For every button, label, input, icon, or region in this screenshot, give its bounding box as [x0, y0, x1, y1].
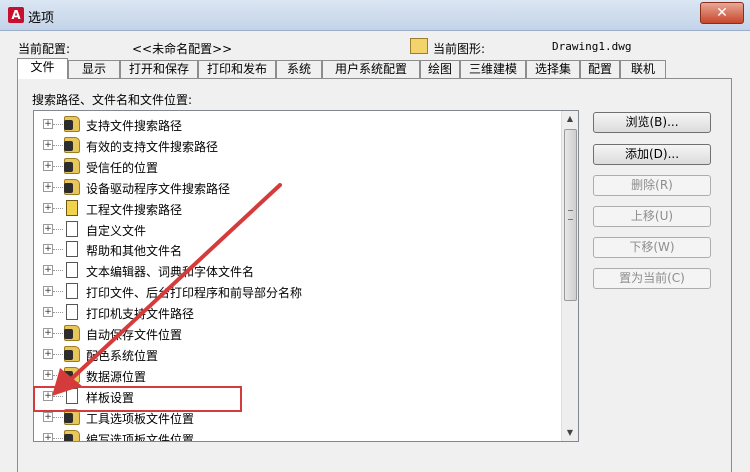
- annotation-arrow-icon: [52, 183, 282, 396]
- tab-files[interactable]: 文件: [17, 58, 68, 79]
